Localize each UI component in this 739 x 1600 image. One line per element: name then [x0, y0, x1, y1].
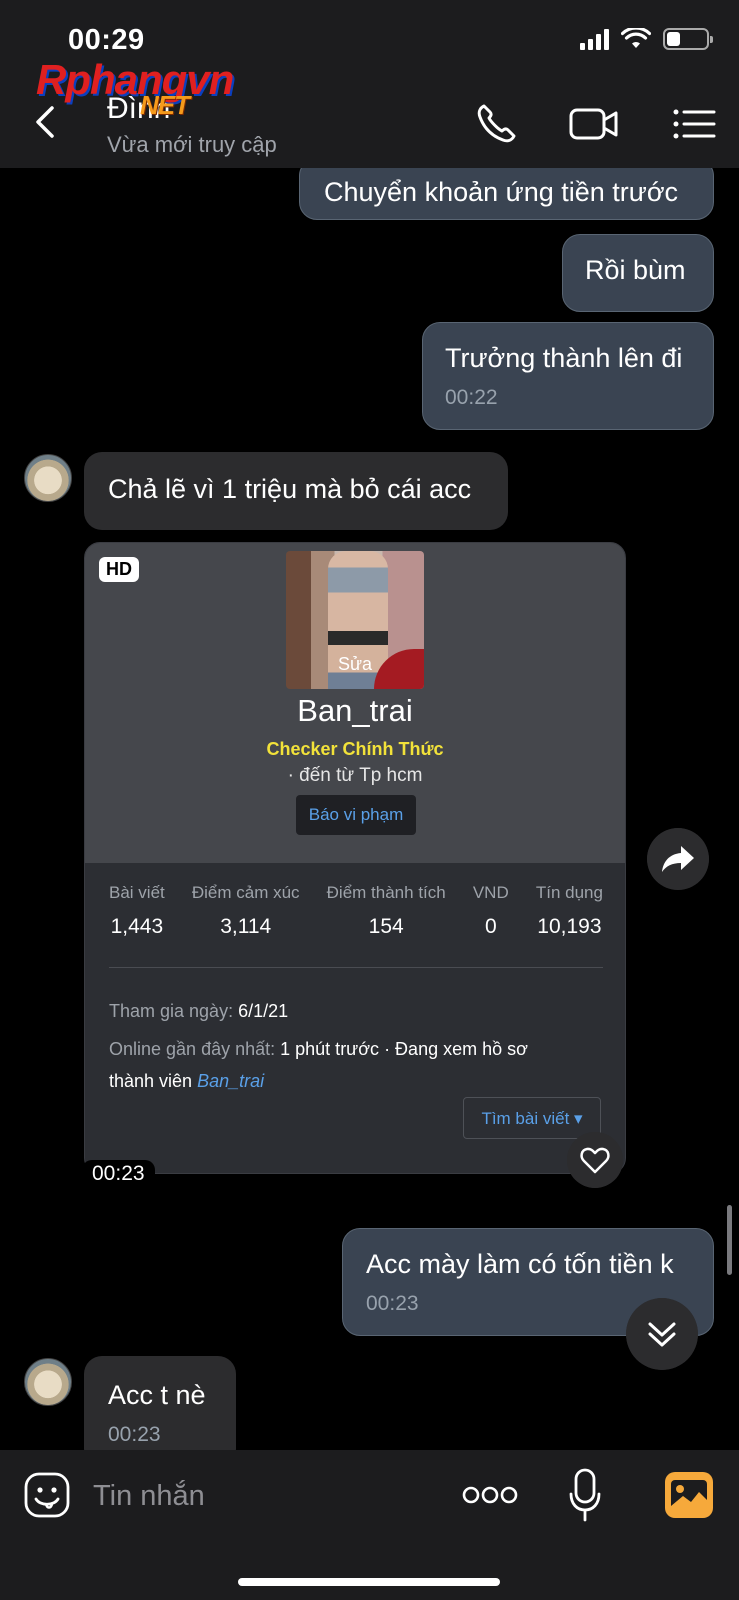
stat-label: Bài viết [109, 883, 165, 902]
share-forward-icon[interactable] [647, 828, 709, 890]
stat-item: VND 0 [473, 883, 509, 939]
stat-label: Điểm thành tích [326, 883, 446, 902]
online-activity: · Đang xem hồ sơ [384, 1039, 528, 1059]
contact-avatar[interactable] [24, 1358, 72, 1406]
watermark-suffix: NET [140, 90, 190, 120]
microphone-icon[interactable] [568, 1468, 602, 1524]
stat-label: Điểm cảm xúc [191, 883, 300, 902]
message-input[interactable]: Tin nhắn [93, 1480, 205, 1513]
profile-stats: Bài viết 1,443 Điểm cảm xúc 3,114 Điểm t… [109, 883, 603, 939]
heart-react-icon[interactable] [567, 1132, 623, 1188]
message-outgoing[interactable]: Chuyển khoản ứng tiền trước [299, 168, 714, 220]
message-incoming[interactable]: Acc t nè 00:23 [84, 1356, 236, 1450]
watermark-logo: Rphangvn NET [36, 56, 234, 120]
scroll-to-bottom-icon[interactable] [626, 1298, 698, 1370]
profile-title: Checker Chính Thức [266, 739, 444, 759]
stat-value: 0 [484, 915, 497, 938]
stat-item: Tín dụng 10,193 [536, 883, 603, 939]
stat-item: Điểm cảm xúc 3,114 [192, 883, 300, 939]
online-label: Online gần đây nhất: [109, 1039, 276, 1059]
stat-value: 3,114 [220, 915, 272, 938]
home-indicator [238, 1578, 500, 1586]
status-time: 00:29 [68, 24, 145, 56]
contact-status: Vừa mới truy cập [107, 132, 277, 157]
photo-gallery-icon[interactable] [665, 1472, 713, 1518]
joined-label: Tham gia ngày: [109, 1001, 234, 1021]
message-incoming[interactable]: Chả lẽ vì 1 triệu mà bỏ cái acc [84, 452, 508, 530]
stat-value: 1,443 [110, 915, 164, 938]
message-text: Rồi bùm [585, 255, 686, 285]
stat-item: Bài viết 1,443 [109, 883, 165, 939]
scrollbar[interactable] [727, 1205, 732, 1275]
report-button: Báo vi phạm [296, 795, 416, 835]
profile-location: · đến từ Tp hcm [287, 765, 423, 786]
stat-value: 154 [368, 915, 404, 938]
status-icons [580, 28, 713, 50]
cellular-signal-icon [580, 28, 609, 50]
message-time: 00:22 [445, 386, 498, 409]
profile-username: Ban_trai [297, 693, 413, 728]
phone-call-icon[interactable] [472, 100, 520, 148]
stat-value: 10,193 [537, 915, 602, 938]
profile-photo: Sửa [286, 551, 424, 689]
hd-badge: HD [99, 557, 139, 582]
battery-icon [663, 28, 713, 50]
online-activity-2: thành viên [109, 1071, 193, 1091]
menu-list-icon[interactable] [670, 100, 718, 148]
divider [109, 967, 603, 968]
search-posts-button: Tìm bài viết ▾ [463, 1097, 601, 1139]
message-text: Chuyển khoản ứng tiền trước [324, 177, 679, 207]
chat-messages[interactable]: Chuyển khoản ứng tiền trước Rồi bùm Trưở… [0, 168, 739, 1450]
watermark-text: Rphangvn [36, 56, 234, 103]
last-online: Online gần đây nhất: 1 phút trước · Đang… [109, 1033, 603, 1097]
stat-label: VND [472, 883, 509, 902]
online-value: 1 phút trước [280, 1039, 380, 1059]
stat-label: Tín dụng [535, 883, 603, 902]
stat-item: Điểm thành tích 154 [327, 883, 446, 939]
emoji-sticker-icon[interactable] [24, 1472, 70, 1518]
message-input-bar: Tin nhắn [0, 1450, 739, 1600]
message-text: Chả lẽ vì 1 triệu mà bỏ cái acc [108, 474, 472, 504]
message-time: 00:23 [108, 1423, 161, 1446]
message-outgoing[interactable]: Trưởng thành lên đi 00:22 [422, 322, 714, 430]
message-text: Trưởng thành lên đi [445, 343, 683, 373]
shared-image-profile-card[interactable]: HD Sửa Ban_trai Checker Chính Thức · đến… [84, 542, 626, 1174]
photo-label: Sửa [337, 654, 373, 674]
message-outgoing[interactable]: Rồi bùm [562, 234, 714, 312]
joined-value: 6/1/21 [238, 1001, 289, 1021]
wifi-icon [621, 28, 651, 48]
message-text: Acc t nè [108, 1380, 206, 1410]
contact-avatar[interactable] [24, 454, 72, 502]
online-link: Ban_trai [197, 1071, 265, 1091]
joined-date: Tham gia ngày: 6/1/21 [109, 995, 603, 1027]
back-button[interactable] [26, 102, 66, 142]
message-time: 00:23 [82, 1160, 155, 1188]
message-text: Acc mày làm có tốn tiền k [366, 1249, 674, 1279]
more-options-icon[interactable] [462, 1484, 518, 1506]
video-call-icon[interactable] [568, 100, 620, 148]
